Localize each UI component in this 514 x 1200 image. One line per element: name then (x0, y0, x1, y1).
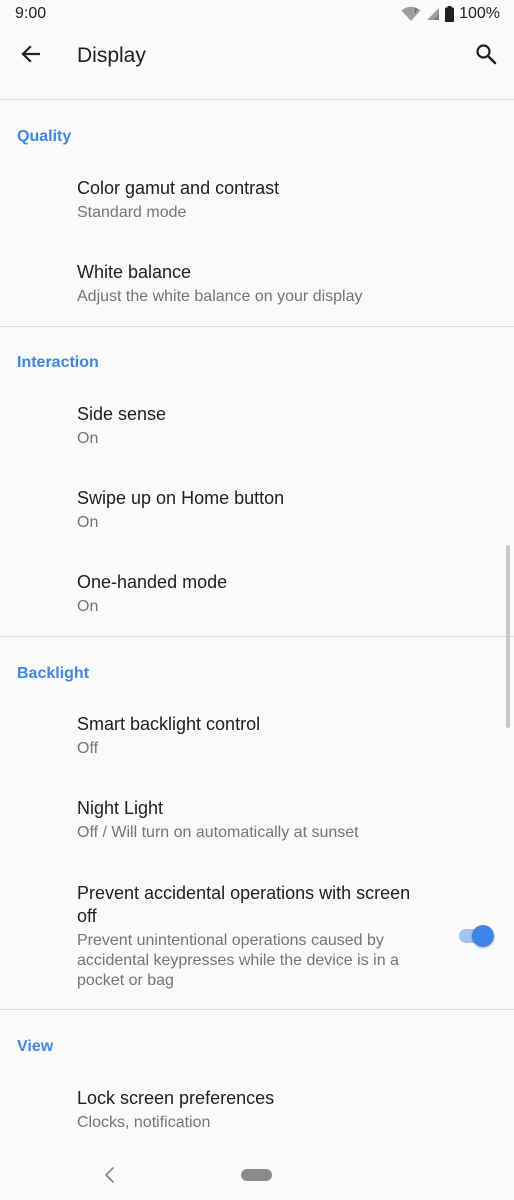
back-button[interactable] (14, 40, 46, 72)
setting-lock-screen-preferences[interactable]: Lock screen preferences Clocks, notifica… (77, 1087, 437, 1133)
setting-title: Night Light (77, 798, 164, 818)
page-title: Display (77, 44, 146, 67)
svg-text:?: ? (414, 8, 417, 15)
setting-summary: On (77, 598, 99, 615)
divider (0, 1009, 514, 1010)
setting-night-light[interactable]: Night Light Off / Will turn on automatic… (77, 797, 437, 843)
section-header-backlight: Backlight (17, 665, 90, 682)
section-header-view: View (17, 1038, 54, 1055)
setting-summary: On (77, 430, 99, 447)
status-icons: ? 100% (401, 5, 500, 23)
app-bar: Display (0, 28, 514, 84)
setting-summary: Clocks, notification (77, 1114, 211, 1131)
setting-summary: Adjust the white balance on your display (77, 288, 363, 305)
nav-home-pill-icon[interactable] (241, 1169, 272, 1181)
section-header-quality: Quality (17, 128, 72, 145)
wifi-icon: ? (401, 6, 421, 22)
status-bar: 9:00 ? 100% (0, 0, 514, 28)
search-button[interactable] (470, 40, 502, 72)
scrollbar[interactable] (506, 545, 510, 728)
setting-one-handed-mode[interactable]: One-handed mode On (77, 571, 437, 617)
nav-back-icon (100, 1167, 120, 1190)
nav-back-button[interactable] (100, 1164, 120, 1186)
divider (0, 636, 514, 637)
section-header-interaction: Interaction (17, 354, 99, 371)
setting-swipe-up-home[interactable]: Swipe up on Home button On (77, 487, 437, 533)
setting-title: Color gamut and contrast (77, 178, 280, 198)
search-icon (475, 43, 497, 70)
setting-prevent-accidental-operations[interactable]: Prevent accidental operations with scree… (77, 882, 427, 991)
setting-summary: Off (77, 740, 99, 757)
setting-title: One-handed mode (77, 572, 228, 592)
setting-side-sense[interactable]: Side sense On (77, 403, 437, 449)
setting-summary: Standard mode (77, 204, 187, 221)
setting-summary: On (77, 514, 99, 531)
status-time: 9:00 (15, 5, 47, 22)
setting-title: Side sense (77, 404, 167, 424)
setting-title: Swipe up on Home button (77, 488, 285, 508)
setting-title: Lock screen preferences (77, 1088, 275, 1108)
setting-title: White balance (77, 262, 192, 282)
setting-title: Smart backlight control (77, 714, 261, 734)
navigation-bar (0, 1150, 514, 1200)
setting-smart-backlight[interactable]: Smart backlight control Off (77, 713, 437, 759)
signal-icon (426, 7, 440, 21)
setting-color-gamut[interactable]: Color gamut and contrast Standard mode (77, 177, 437, 223)
setting-white-balance[interactable]: White balance Adjust the white balance o… (77, 261, 437, 307)
toggle-thumb (472, 925, 494, 947)
battery-icon (445, 6, 455, 22)
divider (0, 326, 514, 327)
setting-summary: Off / Will turn on automatically at suns… (77, 824, 359, 841)
arrow-back-icon (20, 44, 41, 69)
battery-percent: 100% (459, 5, 500, 22)
setting-summary: Prevent unintentional operations caused … (77, 932, 399, 989)
setting-title: Prevent accidental operations with scree… (77, 883, 411, 926)
divider (0, 99, 514, 100)
prevent-accidental-toggle[interactable] (459, 924, 495, 948)
